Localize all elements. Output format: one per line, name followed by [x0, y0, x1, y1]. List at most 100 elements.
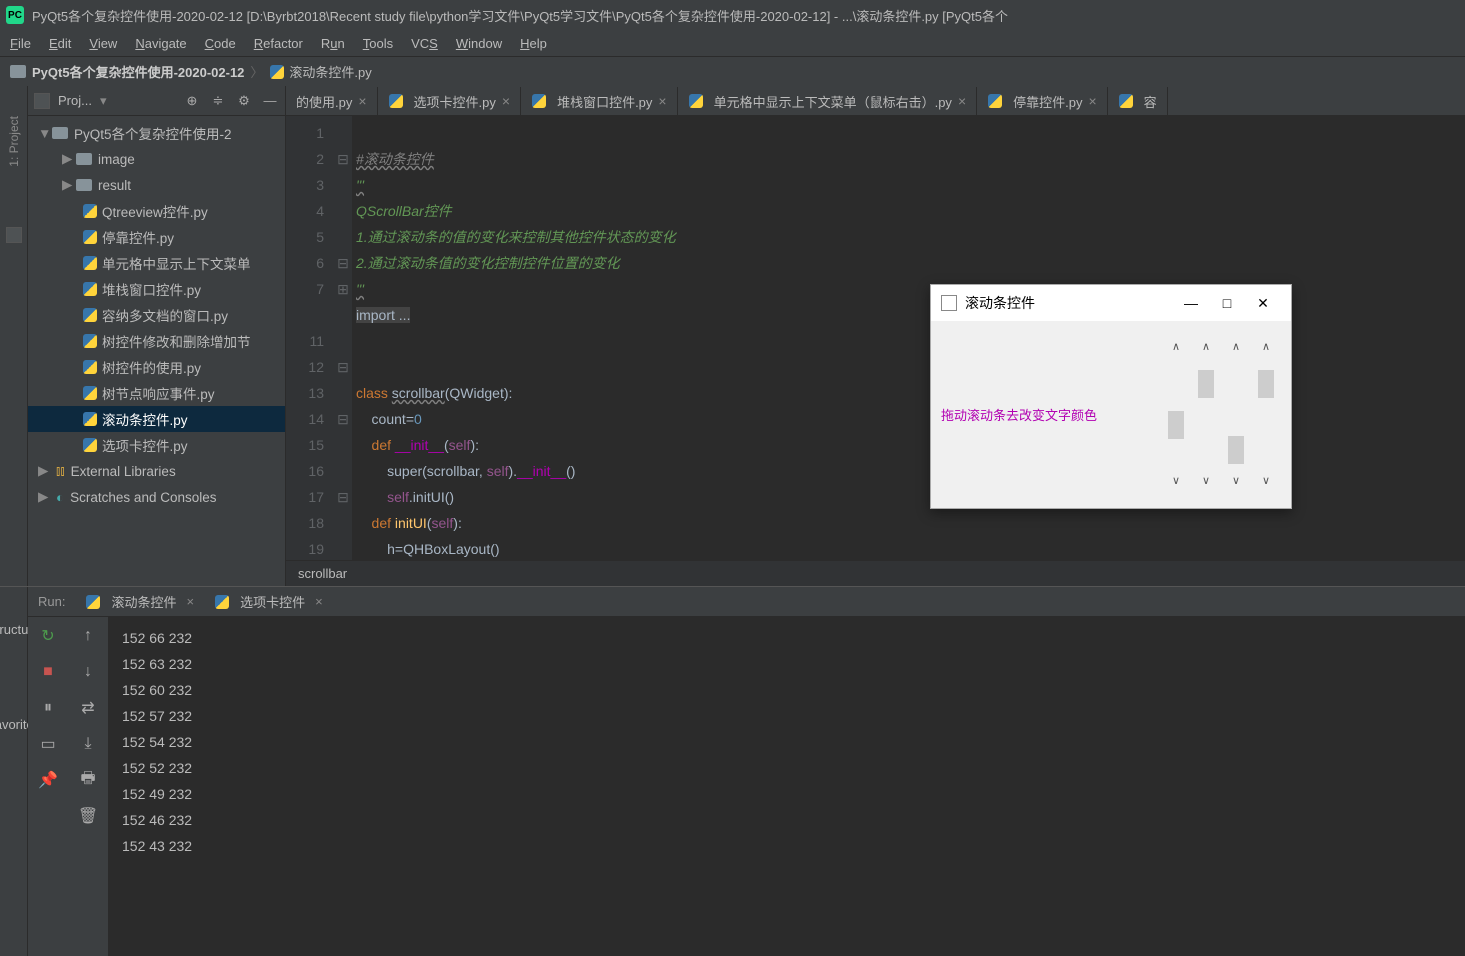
maximize-button[interactable]: □ — [1209, 295, 1245, 311]
down-icon[interactable]: ↓ — [77, 661, 99, 683]
code-breadcrumb[interactable]: scrollbar — [286, 560, 1465, 586]
tree-file[interactable]: Qtreeview控件.py — [28, 198, 285, 224]
breadcrumb-file[interactable]: 滚动条控件.py — [289, 62, 371, 81]
left-tool-gutter-bottom: 7: Structure 2: Favorites — [0, 587, 28, 956]
left-tool-gutter: 1: Project — [0, 86, 28, 586]
arrow-down-icon[interactable]: ∨ — [1172, 474, 1180, 490]
scrollbar-3[interactable]: ∧∨ — [1226, 340, 1246, 490]
menu-code[interactable]: Code — [205, 36, 236, 51]
trash-icon[interactable]: 🗑 — [77, 805, 99, 827]
tree-file[interactable]: 选项卡控件.py — [28, 432, 285, 458]
layout-icon[interactable]: ▭ — [37, 733, 59, 755]
menu-edit[interactable]: Edit — [49, 36, 71, 51]
tab[interactable]: 堆栈窗口控件.py× — [521, 87, 678, 115]
close-icon[interactable]: × — [658, 93, 666, 109]
run-tab[interactable]: 选项卡控件× — [206, 590, 331, 613]
console-output[interactable]: 152 66 232152 63 232152 60 232152 57 232… — [108, 617, 1465, 956]
dropdown-icon[interactable]: ▾ — [100, 93, 107, 109]
window-title: PyQt5各个复杂控件使用-2020-02-12 [D:\Byrbt2018\R… — [32, 6, 1008, 25]
tree-folder[interactable]: ▶result — [28, 172, 285, 198]
tab[interactable]: 容 — [1108, 87, 1168, 115]
scrollbar-2[interactable]: ∧∨ — [1196, 340, 1216, 490]
tab[interactable]: 单元格中显示上下文菜单（鼠标右击）.py× — [678, 87, 978, 115]
menu-navigate[interactable]: Navigate — [135, 36, 186, 51]
breadcrumb-sep: 〉 — [250, 62, 263, 81]
close-icon[interactable]: × — [1088, 93, 1096, 109]
menu-run[interactable]: Run — [321, 36, 345, 51]
menu-help[interactable]: Help — [520, 36, 547, 51]
print-icon[interactable]: 🖶 — [77, 769, 99, 791]
arrow-down-icon[interactable]: ∨ — [1262, 474, 1270, 490]
close-icon[interactable]: × — [358, 93, 366, 109]
run-panel: 7: Structure 2: Favorites Run: 滚动条控件× 选项… — [0, 586, 1465, 956]
scroll-icon[interactable]: ⤓ — [77, 733, 99, 755]
close-icon[interactable]: × — [958, 93, 966, 109]
minimize-button[interactable]: — — [1173, 295, 1209, 311]
tree-file[interactable]: 停靠控件.py — [28, 224, 285, 250]
up-icon[interactable]: ↑ — [77, 625, 99, 647]
fold-gutter[interactable]: ⊟ ⊟⊞ ⊟ ⊟ ⊟ — [334, 116, 352, 560]
menu-window[interactable]: Window — [456, 36, 502, 51]
arrow-up-icon[interactable]: ∧ — [1202, 340, 1210, 356]
tree-file-selected[interactable]: 滚动条控件.py — [28, 406, 285, 432]
code-text[interactable]: #滚动条控件 ''' QScrollBar控件 1.通过滚动条的值的变化来控制其… — [352, 116, 1465, 560]
app-window[interactable]: 滚动条控件 — □ ✕ 拖动滚动条去改变文字颜色 ∧∨ ∧∨ ∧∨ ∧∨ — [930, 284, 1292, 509]
tree-file[interactable]: 树节点响应事件.py — [28, 380, 285, 406]
scrollbar-1[interactable]: ∧∨ — [1166, 340, 1186, 490]
tab[interactable]: 选项卡控件.py× — [378, 87, 522, 115]
app-titlebar[interactable]: 滚动条控件 — □ ✕ — [931, 285, 1291, 321]
tree-file[interactable]: 容纳多文档的窗口.py — [28, 302, 285, 328]
run-toolbar-1: ↻ ■ ⏸ ▭ 📌 — [28, 617, 68, 956]
hide-icon[interactable]: — — [261, 92, 279, 110]
project-view-icon[interactable] — [34, 93, 50, 109]
editor-tabs: 的使用.py× 选项卡控件.py× 堆栈窗口控件.py× 单元格中显示上下文菜单… — [286, 86, 1465, 116]
breadcrumb: PyQt5各个复杂控件使用-2020-02-12 〉 滚动条控件.py — [0, 56, 1465, 86]
close-icon[interactable]: × — [186, 594, 194, 609]
tool-icon[interactable] — [6, 227, 22, 243]
close-icon[interactable]: × — [502, 93, 510, 109]
tool-project-tab[interactable]: 1: Project — [7, 116, 21, 167]
arrow-up-icon[interactable]: ∧ — [1172, 340, 1180, 356]
pause-icon[interactable]: ⏸ — [37, 697, 59, 719]
project-label[interactable]: Proj... — [58, 93, 92, 108]
line-numbers: 1234567 111213141516171819 — [286, 116, 334, 560]
tree-folder[interactable]: ▶image — [28, 146, 285, 172]
arrow-down-icon[interactable]: ∨ — [1202, 474, 1210, 490]
menu-view[interactable]: View — [89, 36, 117, 51]
tree-root[interactable]: ▼PyQt5各个复杂控件使用-2 — [28, 120, 285, 146]
close-icon[interactable]: × — [315, 594, 323, 609]
pin-icon[interactable]: 📌 — [37, 769, 59, 791]
menu-refactor[interactable]: Refactor — [254, 36, 303, 51]
stop-icon[interactable]: ■ — [37, 661, 59, 683]
tree-file[interactable]: 树控件修改和删除增加节 — [28, 328, 285, 354]
project-panel: Proj... ▾ ⊕ ≑ ⚙ — ▼PyQt5各个复杂控件使用-2 ▶imag… — [28, 86, 286, 586]
wrap-icon[interactable]: ⇄ — [77, 697, 99, 719]
arrow-up-icon[interactable]: ∧ — [1262, 340, 1270, 356]
run-header: Run: 滚动条控件× 选项卡控件× — [28, 587, 1465, 617]
tree-file[interactable]: 单元格中显示上下文菜单 — [28, 250, 285, 276]
menu-vcs[interactable]: VCS — [411, 36, 438, 51]
scrollbar-4[interactable]: ∧∨ — [1256, 340, 1276, 490]
tab[interactable]: 停靠控件.py× — [977, 87, 1108, 115]
tree-file[interactable]: 树控件的使用.py — [28, 354, 285, 380]
collapse-icon[interactable]: ≑ — [209, 92, 227, 110]
arrow-up-icon[interactable]: ∧ — [1232, 340, 1240, 356]
menu-tools[interactable]: Tools — [363, 36, 393, 51]
tree-scratches[interactable]: ▶◐Scratches and Consoles — [28, 484, 285, 510]
breadcrumb-folder[interactable]: PyQt5各个复杂控件使用-2020-02-12 — [32, 62, 244, 81]
tab[interactable]: 的使用.py× — [286, 87, 378, 115]
locate-icon[interactable]: ⊕ — [183, 92, 201, 110]
close-button[interactable]: ✕ — [1245, 295, 1281, 312]
arrow-down-icon[interactable]: ∨ — [1232, 474, 1240, 490]
menu-file[interactable]: File — [10, 36, 31, 51]
tree-external[interactable]: ▶⫾⫾External Libraries — [28, 458, 285, 484]
menu-bar: File Edit View Navigate Code Refactor Ru… — [0, 30, 1465, 56]
app-title: 滚动条控件 — [965, 293, 1173, 313]
project-tree[interactable]: ▼PyQt5各个复杂控件使用-2 ▶image ▶result Qtreevie… — [28, 116, 285, 586]
window-titlebar: PC PyQt5各个复杂控件使用-2020-02-12 [D:\Byrbt201… — [0, 0, 1465, 30]
settings-icon[interactable]: ⚙ — [235, 92, 253, 110]
rerun-icon[interactable]: ↻ — [37, 625, 59, 647]
run-tab-active[interactable]: 滚动条控件× — [77, 590, 202, 613]
tree-file[interactable]: 堆栈窗口控件.py — [28, 276, 285, 302]
pycharm-icon: PC — [6, 6, 24, 24]
